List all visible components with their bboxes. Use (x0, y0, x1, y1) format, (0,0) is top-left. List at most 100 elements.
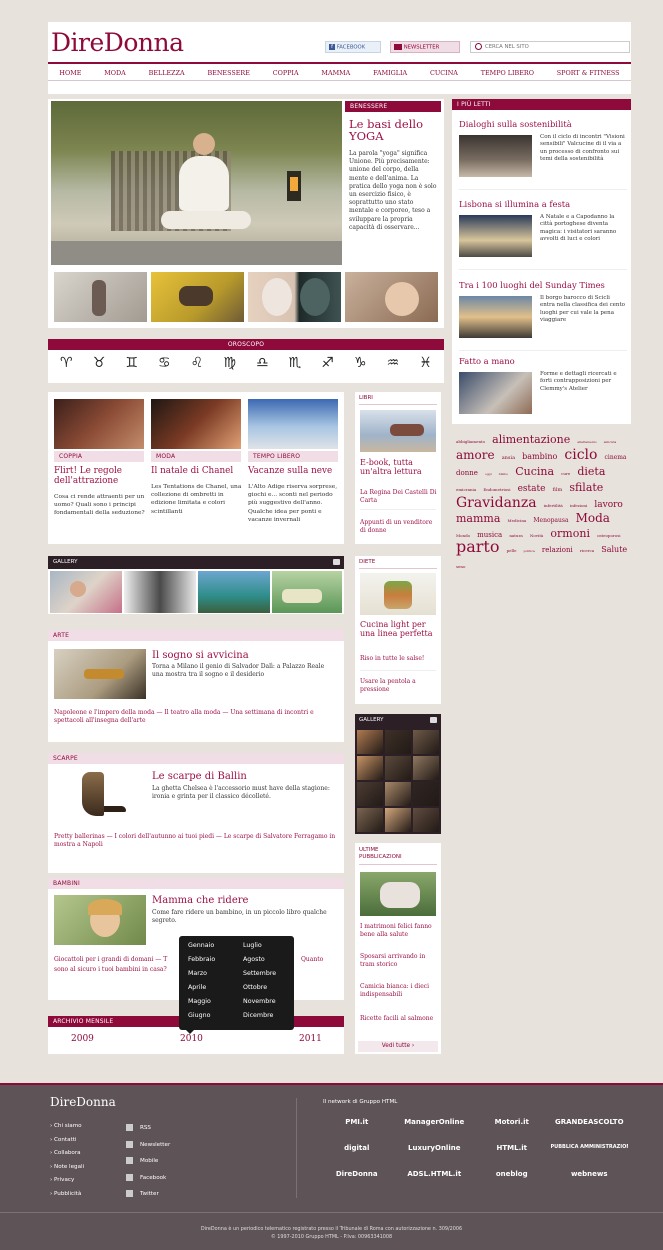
footer-social-link[interactable]: Facebook (126, 1170, 170, 1187)
tag-item[interactable]: politica (524, 549, 535, 553)
tag-item[interactable]: infertilità (544, 503, 563, 508)
tag-item[interactable]: lavoro (594, 500, 622, 510)
bambini-headline[interactable]: Mamma che ridere (152, 895, 248, 906)
zodiac-sign-icon-10[interactable]: ♒ (387, 355, 400, 371)
hero-image[interactable] (51, 101, 342, 265)
month-item[interactable]: Luglio (243, 942, 262, 949)
tag-item[interactable]: ormoni (550, 527, 590, 540)
network-logo[interactable]: ADSL.HTML.it (396, 1170, 474, 1178)
network-logo[interactable]: LuxuryOnline (396, 1144, 474, 1152)
month-item[interactable]: Ottobre (243, 984, 267, 991)
zodiac-sign-icon-9[interactable]: ♑ (354, 355, 367, 371)
month-item[interactable]: Dicembre (243, 1012, 273, 1019)
network-logo[interactable]: PUBBLICA AMMINISTRAZIONE (551, 1144, 629, 1152)
footer-social-link[interactable]: Newsletter (126, 1137, 170, 1154)
footer-link[interactable]: › Privacy (50, 1174, 84, 1188)
month-item[interactable]: Agosto (243, 956, 265, 963)
gallery2-thumb[interactable] (385, 808, 411, 832)
nav-item-0[interactable]: HOME (59, 69, 81, 80)
tag-item[interactable]: ansia (502, 455, 515, 461)
network-logo[interactable]: digital (318, 1144, 396, 1152)
nav-item-9[interactable]: SPORT & FITNESS (557, 69, 620, 80)
tag-item[interactable]: Cucina (515, 465, 554, 478)
tag-item[interactable]: emicrania (456, 487, 476, 492)
zodiac-sign-icon-11[interactable]: ♓ (419, 355, 432, 371)
nav-item-4[interactable]: COPPIA (273, 69, 299, 80)
latest-link-3[interactable]: Camicia bianca: i dieci indispensabili (360, 983, 438, 999)
gallery-thumb-3[interactable] (198, 571, 270, 613)
gallery2-thumb[interactable] (357, 756, 383, 780)
most-read-title-0[interactable]: Dialoghi sulla sostenibilità (459, 119, 627, 129)
month-item[interactable]: Maggio (188, 998, 211, 1005)
gallery2-thumb[interactable] (413, 782, 439, 806)
feature-title-0[interactable]: Flirt! Le regole dell'attrazione (54, 466, 146, 486)
feature-title-2[interactable]: Vacanze sulla neve (248, 466, 340, 476)
newsletter-button[interactable]: NEWSLETTER (390, 41, 460, 53)
latest-link-4[interactable]: Ricette facili al salmone (360, 1015, 438, 1023)
tag-item[interactable]: bimbo (499, 472, 508, 476)
tag-item[interactable]: natura (509, 533, 522, 538)
footer-link[interactable]: › Chi siamo (50, 1120, 84, 1134)
tag-item[interactable]: dieta (577, 465, 605, 478)
tag-item[interactable]: Gravidanza (456, 495, 537, 511)
search-box[interactable] (470, 41, 630, 53)
zodiac-sign-icon-2[interactable]: ♊ (125, 355, 138, 371)
tag-item[interactable]: Novità (530, 533, 543, 538)
tag-item[interactable]: donne (456, 469, 478, 477)
bambini-links-line2[interactable]: sono al sicuro i tuoi bambini in casa? (54, 966, 167, 974)
most-read-image-3[interactable] (459, 372, 532, 414)
nav-item-1[interactable]: MODA (104, 69, 126, 80)
network-logo[interactable]: webnews (551, 1170, 629, 1178)
month-item[interactable]: Aprile (188, 984, 206, 991)
tag-item[interactable]: Medicina (508, 518, 527, 523)
most-read-title-3[interactable]: Fatto a mano (459, 356, 627, 366)
feature-title-1[interactable]: Il natale di Chanel (151, 466, 243, 476)
feature-image-0[interactable] (54, 399, 144, 449)
hero-title[interactable]: Le basi dello YOGA (349, 118, 439, 142)
gallery2-thumb[interactable] (413, 756, 439, 780)
latest-link-1[interactable]: I matrimoni felici fanno bene alla salut… (360, 923, 438, 939)
bambini-links-right[interactable]: Quanto (301, 956, 323, 964)
network-logo[interactable]: DireDonna (318, 1170, 396, 1178)
month-item[interactable]: Settembre (243, 970, 276, 977)
network-logo[interactable]: ManagerOnline (396, 1118, 474, 1126)
tag-item[interactable]: oggi (485, 472, 492, 476)
tag-item[interactable]: relazioni (542, 546, 573, 554)
tag-item[interactable]: amicizia (604, 440, 617, 444)
nav-item-5[interactable]: MAMMA (321, 69, 350, 80)
footer-logo[interactable]: DireDonna (50, 1095, 116, 1109)
tag-item[interactable]: mamma (456, 512, 500, 525)
tag-item[interactable]: Salute (601, 545, 627, 554)
zodiac-sign-icon-8[interactable]: ♐ (321, 355, 334, 371)
footer-social-link[interactable]: Mobile (126, 1153, 170, 1170)
gallery2-thumb[interactable] (413, 730, 439, 754)
tag-item[interactable]: ricerca (580, 548, 594, 553)
arte-headline[interactable]: Il sogno si avvicina (152, 650, 249, 661)
tag-item[interactable]: osteoporosi (597, 533, 620, 538)
see-all-button[interactable]: Vedi tutte › (358, 1041, 438, 1052)
most-read-image-0[interactable] (459, 135, 532, 177)
tag-item[interactable]: infezioni (570, 503, 587, 508)
feature-image-1[interactable] (151, 399, 241, 449)
tag-item[interactable]: parto (456, 537, 500, 556)
footer-social-link[interactable]: Twitter (126, 1186, 170, 1203)
zodiac-sign-icon-6[interactable]: ♎ (256, 355, 269, 371)
tag-item[interactable]: abbigliamento (456, 439, 485, 444)
footer-link[interactable]: › Contatti (50, 1134, 84, 1148)
libri-image[interactable] (360, 410, 436, 452)
most-read-image-1[interactable] (459, 215, 532, 257)
diete-image[interactable] (360, 573, 436, 615)
facebook-button[interactable]: f FACEBOOK (325, 41, 381, 53)
libri-headline[interactable]: E-book, tutta un'altra lettura (360, 458, 440, 476)
libri-link-2[interactable]: Appunti di un venditore di donne (360, 519, 438, 535)
tag-item[interactable]: pelle (507, 548, 517, 553)
gallery-thumb-1[interactable] (50, 571, 122, 613)
archive-year-2011[interactable]: 2011 (299, 1034, 322, 1044)
zodiac-sign-icon-5[interactable]: ♍ (223, 355, 236, 371)
zodiac-sign-icon-7[interactable]: ♏ (289, 355, 302, 371)
tag-item[interactable]: Menopausa (533, 517, 568, 524)
most-read-title-1[interactable]: Lisbona si illumina a festa (459, 199, 627, 209)
gallery2-thumb[interactable] (357, 730, 383, 754)
scarpe-headline[interactable]: Le scarpe di Ballin (152, 771, 247, 782)
gallery2-thumb[interactable] (357, 808, 383, 832)
